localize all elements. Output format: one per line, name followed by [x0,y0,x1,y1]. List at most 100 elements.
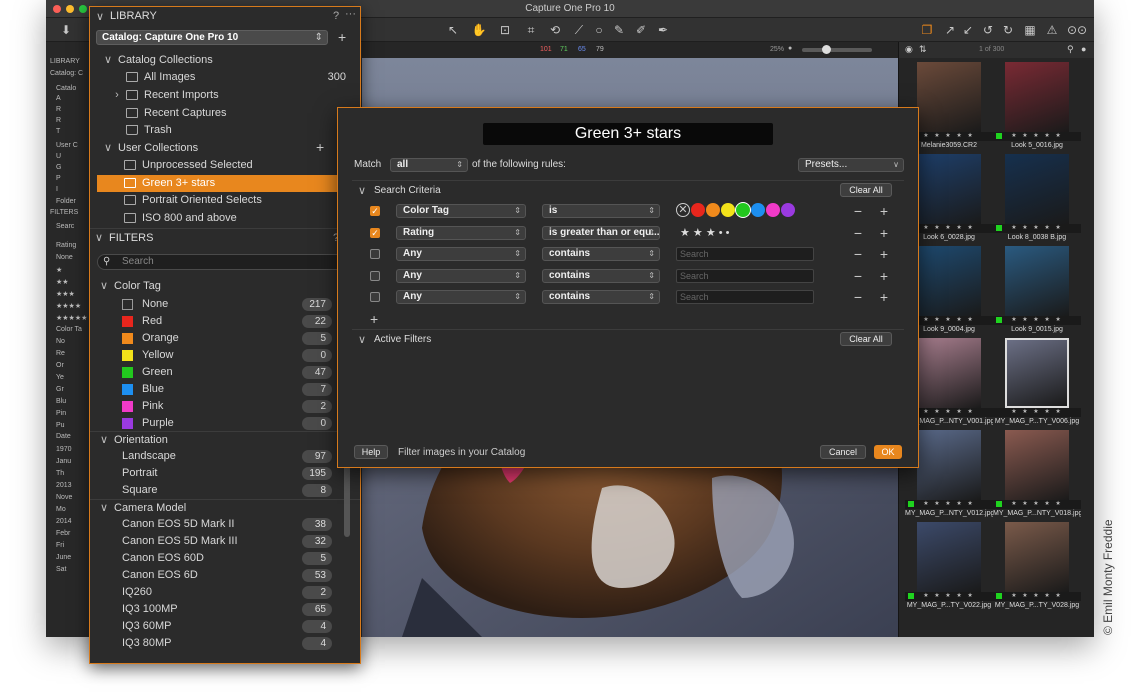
thumbnail-rating[interactable]: ★ ★ ★ ★ ★ [993,592,1081,601]
match-select[interactable]: all ⇕ [390,158,468,172]
thumbnail-image[interactable] [1005,154,1069,224]
left-panel-item[interactable]: ★★ [56,278,69,286]
help-button[interactable]: Help [354,445,388,459]
add-rule-icon[interactable]: + [370,311,378,327]
color-tag-row[interactable]: Blue 7 [90,381,360,398]
left-panel-item[interactable]: Folder [56,198,76,205]
thumbnail-image[interactable] [917,246,981,316]
rule-checkbox[interactable] [370,249,380,259]
rule-field-select[interactable]: Any ⇕ [396,268,526,283]
rotate-tool-icon[interactable]: ⟲ [546,21,564,39]
left-panel-item[interactable]: 1970 [56,446,72,453]
color-tag-dot[interactable] [766,203,780,217]
left-panel-item[interactable]: LIBRARY [50,58,80,65]
left-panel-item[interactable]: User C [56,142,78,149]
thumbnail-rating[interactable]: ★ ★ ★ ★ ★ [993,500,1081,509]
crop-tool-icon[interactable]: ⌗ [522,21,540,39]
orientation-row[interactable]: Square 8 [90,482,360,499]
rule-field-select[interactable]: Rating ⇕ [396,225,526,240]
thumbnail[interactable]: ★ ★ ★ ★ ★ Look 8_0038 B.jpg [993,152,1081,241]
left-panel-item[interactable]: Gr [56,386,64,393]
left-panel-item[interactable]: Catalo [56,85,76,92]
thumbnail-image[interactable] [1005,338,1069,408]
color-tag-row[interactable]: None 217 [90,296,360,313]
rating-stars[interactable]: ★ ★ ★ • • [680,226,730,239]
left-panel-item[interactable]: Janu [56,458,71,465]
add-rule-icon[interactable]: + [878,247,890,261]
copy-adjustments-icon[interactable]: ↗ [942,21,958,39]
presets-select[interactable]: Presets... ∨ [798,158,904,172]
catalog-collections-header[interactable]: ∨ Catalog Collections [90,52,360,69]
thumbnail[interactable]: ★ ★ ★ ★ ★ Look 9_0015.jpg [993,244,1081,333]
left-panel-item[interactable]: ★★★ [56,290,75,298]
camera-model-row[interactable]: IQ260 2 [90,584,360,601]
collection-recent-captures[interactable]: Recent Captures [90,105,360,122]
orientation-header[interactable]: ∨ Orientation [90,431,360,448]
thumbnail[interactable]: ★ ★ ★ ★ ★ Look 5_0016.jpg [993,60,1081,149]
thumbnail-rating[interactable]: ★ ★ ★ ★ ★ [993,408,1081,417]
left-panel-item[interactable]: R [56,117,61,124]
rule-field-select[interactable]: Any ⇕ [396,247,526,261]
left-panel-item[interactable]: Febr [56,530,70,537]
thumbnail-rating[interactable]: ★ ★ ★ ★ ★ [993,316,1081,325]
collection-all-images[interactable]: All Images 300 [90,69,360,86]
left-panel-item[interactable]: 2013 [56,482,72,489]
warning-icon[interactable]: ⚠ [1044,21,1060,39]
left-panel-item[interactable]: Ye [56,374,64,381]
add-rule-icon[interactable]: + [878,204,890,218]
color-tag-dot[interactable] [751,203,765,217]
remove-rule-icon[interactable]: − [852,290,864,304]
thumbnail-rating[interactable]: ★ ★ ★ ★ ★ [993,224,1081,233]
chevron-down-icon[interactable]: ∨ [358,184,366,197]
color-tag-dot[interactable] [706,203,720,217]
no-color-icon[interactable]: ✕ [676,203,690,217]
color-tag-row[interactable]: Purple 0 [90,415,360,432]
catalog-select[interactable]: Catalog: Capture One Pro 10 ⇕ [96,30,328,45]
left-panel-item[interactable]: June [56,554,71,561]
rule-value-input[interactable]: Search [676,290,814,304]
keystone-tool-icon[interactable]: ⟋ [570,21,588,39]
rule-value-input[interactable]: Search [676,247,814,261]
camera-model-row[interactable]: IQ3 80MP 4 [90,635,360,652]
ok-button[interactable]: OK [874,445,902,459]
color-tag-dot[interactable] [781,203,795,217]
left-panel-item[interactable]: Date [56,433,71,440]
chevron-down-icon[interactable]: ∨ [93,229,105,247]
color-tag-dot[interactable] [721,203,735,217]
thumbnail-image[interactable] [917,522,981,592]
rule-field-select[interactable]: Any ⇕ [396,290,526,304]
color-tag-dot[interactable] [691,203,705,217]
person-icon[interactable]: ● [1081,44,1086,54]
rule-operator-select[interactable]: contains ⇕ [542,268,660,283]
thumbnail-rating[interactable]: ★ ★ ★ ★ ★ [905,500,993,509]
collection-trash[interactable]: Trash [90,122,360,139]
rule-operator-select[interactable]: is greater than or equ... ⇕ [542,225,660,240]
clear-all-filters-button[interactable]: Clear All [840,332,892,346]
left-panel-item[interactable]: ★★★★★ [56,314,87,322]
color-tag-dot[interactable] [736,203,750,217]
left-panel-item[interactable]: Nove [56,494,72,501]
left-panel-item[interactable]: Re [56,350,65,357]
smart-album-name-field[interactable]: Green 3+ stars [483,123,773,145]
left-panel-item[interactable]: P [56,175,61,182]
left-panel-item[interactable]: Sat [56,566,67,573]
proof-glasses-icon[interactable]: ⊙⊙ [1066,21,1088,39]
pan-tool-icon[interactable]: ✋ [470,21,488,39]
left-panel-item[interactable]: R [56,106,61,113]
rule-checkbox[interactable] [370,270,380,281]
rule-checkbox[interactable] [370,292,380,302]
orientation-row[interactable]: Portrait 195 [90,465,360,482]
thumbnail-image[interactable] [1005,522,1069,592]
left-panel-item[interactable]: A [56,95,61,102]
left-panel-item[interactable]: Or [56,362,64,369]
rule-field-select[interactable]: Color Tag ⇕ [396,204,526,218]
left-panel-item[interactable]: Rating [56,242,76,249]
left-panel-item[interactable]: Th [56,470,64,477]
sort-icon[interactable]: ⇅ [919,44,927,55]
left-panel-item[interactable]: Color Ta [56,326,82,333]
rule-operator-select[interactable]: is ⇕ [542,204,660,218]
collection-recent-imports[interactable]: › Recent Imports [90,87,360,104]
left-panel-item[interactable]: Pin [56,410,66,417]
left-panel-item[interactable]: G [56,164,61,171]
left-panel-item[interactable]: T [56,128,60,135]
